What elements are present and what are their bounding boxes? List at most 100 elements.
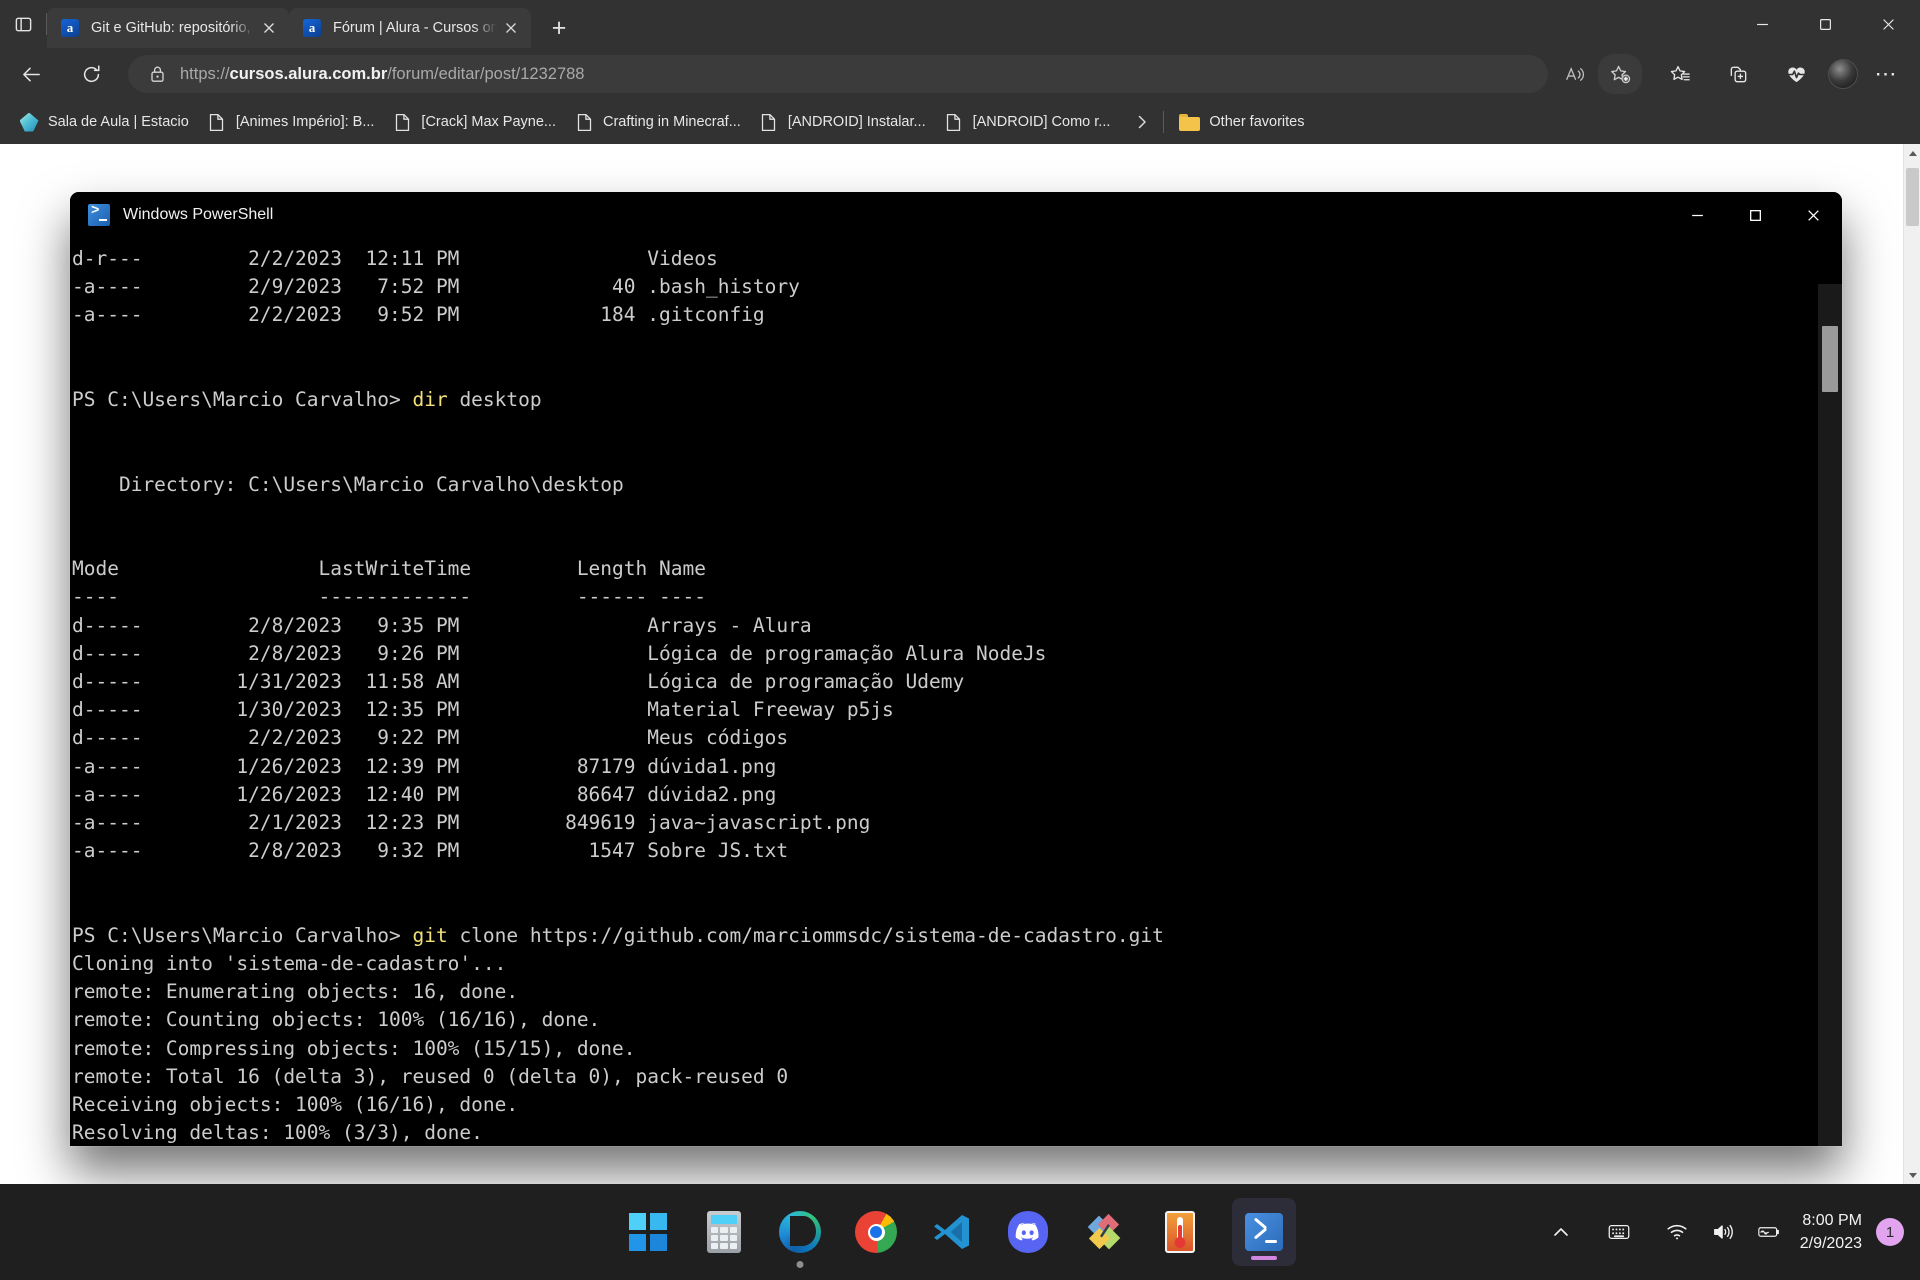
maximize-icon[interactable] bbox=[1726, 192, 1784, 238]
page-icon bbox=[392, 112, 412, 132]
active-indicator bbox=[1251, 1256, 1277, 1260]
taskbar-apps bbox=[624, 1184, 1296, 1280]
terminal-line: PS C:\Users\Marcio Carvalho> git clone h… bbox=[70, 922, 1810, 950]
clock-date: 2/9/2023 bbox=[1799, 1235, 1862, 1252]
avatar bbox=[1828, 59, 1858, 89]
minimize-icon[interactable] bbox=[1668, 192, 1726, 238]
browser-tab-2[interactable]: a Fórum | Alura - Cursos online de bbox=[289, 8, 531, 48]
terminal-line: d----- 2/8/2023 9:26 PM Lógica de progra… bbox=[72, 641, 1047, 665]
estacio-diamond-icon bbox=[19, 112, 39, 132]
address-bar[interactable]: https://cursos.alura.com.br/forum/editar… bbox=[128, 55, 1548, 93]
keyboard-icon[interactable] bbox=[1598, 1204, 1640, 1260]
powershell-body[interactable]: d-r--- 2/2/2023 12:11 PM Videos -a---- 2/… bbox=[70, 238, 1842, 1146]
scroll-down-icon[interactable] bbox=[1904, 1166, 1920, 1184]
other-favorites-button[interactable]: Other favorites bbox=[1170, 107, 1313, 137]
terminal-command-args: desktop bbox=[447, 388, 542, 412]
favorites-bar: Sala de Aula | Estacio [Animes Império]:… bbox=[0, 100, 1920, 144]
taskbar-item-paint-net[interactable] bbox=[1080, 1208, 1128, 1256]
close-icon[interactable] bbox=[497, 14, 525, 42]
terminal-scrollbar[interactable] bbox=[1818, 284, 1842, 1146]
battery-icon[interactable] bbox=[1748, 1204, 1790, 1260]
browser-tab-1[interactable]: a Git e GitHub: repositório, commit bbox=[47, 8, 289, 48]
taskbar-item-microsoft-edge[interactable] bbox=[776, 1208, 824, 1268]
chevron-right-icon[interactable] bbox=[1127, 114, 1157, 130]
read-aloud-icon[interactable] bbox=[1554, 54, 1594, 94]
clock[interactable]: 8:00 PM 2/9/2023 bbox=[1800, 1209, 1862, 1255]
taskbar-item-windows-powershell[interactable] bbox=[1232, 1198, 1296, 1266]
taskbar-item-discord[interactable] bbox=[1004, 1208, 1052, 1256]
favorite-item-4[interactable]: [ANDROID] Instalar... bbox=[750, 107, 935, 137]
powershell-title-bar[interactable]: Windows PowerShell bbox=[70, 192, 1842, 238]
terminal-command-args: clone https://github.com/marciommsdc/sis… bbox=[447, 923, 1164, 947]
notification-badge[interactable]: 1 bbox=[1876, 1218, 1904, 1246]
page-icon bbox=[574, 112, 594, 132]
terminal-line: remote: Total 16 (delta 3), reused 0 (de… bbox=[72, 1064, 789, 1088]
favorite-label: [Crack] Max Payne... bbox=[421, 114, 556, 130]
scrollbar-thumb[interactable] bbox=[1822, 326, 1838, 392]
close-icon[interactable] bbox=[255, 14, 283, 42]
scroll-up-icon[interactable] bbox=[1904, 144, 1920, 162]
browser-essentials-icon[interactable] bbox=[1776, 54, 1816, 94]
add-favorite-icon[interactable] bbox=[1598, 54, 1642, 94]
terminal-line: remote: Compressing objects: 100% (15/15… bbox=[72, 1036, 636, 1060]
page-scrollbar[interactable] bbox=[1903, 144, 1920, 1184]
tab-title: Fórum | Alura - Cursos online de bbox=[333, 20, 497, 36]
terminal-line: -a---- 2/8/2023 9:32 PM 1547 Sobre JS.tx… bbox=[72, 839, 789, 863]
favorite-item-1[interactable]: [Animes Império]: B... bbox=[198, 107, 384, 137]
close-icon[interactable] bbox=[1857, 0, 1920, 48]
maximize-icon[interactable] bbox=[1794, 0, 1857, 48]
terminal-line: -a---- 2/1/2023 12:23 PM 849619 java~jav… bbox=[72, 811, 871, 835]
minimize-icon[interactable] bbox=[1731, 0, 1794, 48]
terminal-line: d----- 2/2/2023 9:22 PM Meus códigos bbox=[72, 726, 789, 750]
favorite-item-5[interactable]: [ANDROID] Como r... bbox=[935, 107, 1120, 137]
favorite-label: Crafting in Minecraf... bbox=[603, 114, 741, 130]
favorite-item-3[interactable]: Crafting in Minecraf... bbox=[565, 107, 750, 137]
terminal-prompt: PS C:\Users\Marcio Carvalho> bbox=[72, 923, 413, 947]
tab-list-icon[interactable] bbox=[0, 0, 46, 48]
powershell-window[interactable]: Windows PowerShell d-r--- 2/2/2023 12:11… bbox=[70, 192, 1842, 1146]
address-path: /forum/editar/post/1232788 bbox=[387, 64, 585, 83]
scrollbar-thumb[interactable] bbox=[1906, 168, 1919, 226]
paint-net-icon bbox=[1083, 1211, 1125, 1253]
favorites-icon[interactable] bbox=[1660, 54, 1700, 94]
tab-title: Git e GitHub: repositório, commit bbox=[91, 20, 255, 36]
terminal-output[interactable]: d-r--- 2/2/2023 12:11 PM Videos -a---- 2/… bbox=[70, 238, 1810, 1146]
terminal-line: Receiving objects: 100% (16/16), done. bbox=[72, 1093, 519, 1117]
wifi-icon[interactable] bbox=[1656, 1204, 1698, 1260]
taskbar-item-google-chrome[interactable] bbox=[852, 1208, 900, 1256]
close-icon[interactable] bbox=[1784, 192, 1842, 238]
favorite-label: [ANDROID] Instalar... bbox=[787, 114, 926, 130]
taskbar-item-core-temp[interactable] bbox=[1156, 1208, 1204, 1256]
terminal-line: -a---- 1/26/2023 12:39 PM 87179 dúvida1.… bbox=[72, 754, 777, 778]
alura-favicon: a bbox=[303, 19, 321, 37]
terminal-line: -a---- 2/2/2023 9:52 PM 184 .gitconfig bbox=[72, 303, 765, 327]
taskbar-item-visual-studio-code[interactable] bbox=[928, 1208, 976, 1256]
profile-avatar[interactable] bbox=[1820, 59, 1866, 89]
favorite-item-0[interactable]: Sala de Aula | Estacio bbox=[10, 107, 198, 137]
speaker-icon[interactable] bbox=[1702, 1204, 1744, 1260]
terminal-line: -a---- 2/9/2023 7:52 PM 40 .bash_history bbox=[72, 275, 800, 299]
back-arrow-icon[interactable] bbox=[12, 55, 50, 93]
new-tab-button[interactable]: + bbox=[539, 8, 579, 48]
taskbar-item-start[interactable] bbox=[624, 1208, 672, 1256]
favorite-item-2[interactable]: [Crack] Max Payne... bbox=[383, 107, 565, 137]
taskbar-item-calculator[interactable] bbox=[700, 1208, 748, 1256]
folder-icon bbox=[1179, 113, 1201, 131]
terminal-line: d----- 2/8/2023 9:35 PM Arrays - Alura bbox=[72, 613, 812, 637]
terminal-line: ---- ------------- ------ ---- bbox=[72, 585, 706, 609]
chevron-up-icon[interactable] bbox=[1540, 1204, 1582, 1260]
refresh-icon[interactable] bbox=[72, 55, 110, 93]
powershell-window-controls bbox=[1668, 192, 1842, 238]
collections-icon[interactable] bbox=[1718, 54, 1758, 94]
settings-and-more-icon[interactable]: ⋯ bbox=[1866, 54, 1906, 94]
lock-icon[interactable] bbox=[142, 65, 172, 83]
running-indicator bbox=[796, 1261, 804, 1268]
address-text: https://cursos.alura.com.br/forum/editar… bbox=[180, 64, 585, 83]
powershell-title: Windows PowerShell bbox=[123, 206, 274, 223]
